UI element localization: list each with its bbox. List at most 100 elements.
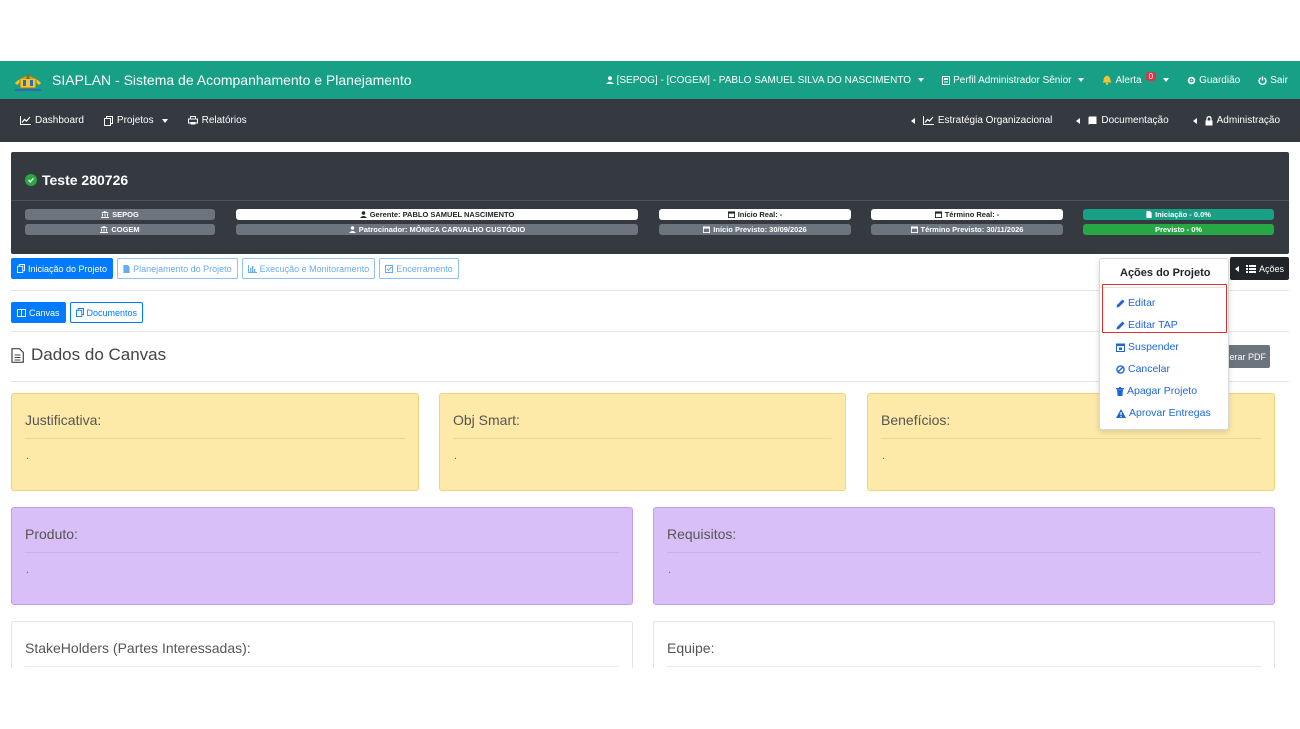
inicio-previsto-badge: Início Previsto: 30/09/2026 — [659, 224, 851, 235]
tab-documentos[interactable]: Documentos — [69, 302, 144, 323]
pencil-icon — [1116, 299, 1125, 307]
divider — [25, 666, 619, 667]
copy-icon — [17, 264, 25, 273]
menu-item-cancelar[interactable]: Cancelar — [1116, 363, 1170, 375]
nav-estrategia[interactable]: Estratégia Organizacional — [910, 115, 1053, 126]
menu-item-editar[interactable]: Editar — [1116, 297, 1155, 309]
pencil-icon — [1116, 321, 1125, 329]
nav-administracao[interactable]: Administração — [1192, 115, 1280, 126]
card-title: Benefícios: — [881, 412, 951, 428]
termino-previsto-badge: Término Previsto: 30/11/2026 — [871, 224, 1063, 235]
card-value: . — [882, 450, 886, 462]
acoes-button[interactable]: Ações — [1230, 257, 1289, 280]
gear-icon — [1187, 76, 1196, 84]
gerar-pdf-button[interactable]: erar PDF — [1226, 345, 1270, 368]
tab-encerramento-label: Encerramento — [396, 263, 453, 274]
check-circle-icon — [25, 174, 37, 186]
nav-estrategia-label: Estratégia Organizacional — [937, 115, 1053, 126]
book-icon — [1088, 116, 1097, 125]
tab-iniciacao[interactable]: Iniciação do Projeto — [11, 258, 114, 279]
patrocinador-badge: Patrocinador: MÔNICA CARVALHO CUSTÓDIO — [236, 224, 638, 235]
card-title: Requisitos: — [667, 526, 737, 542]
top-bar: SIAPLAN - Sistema de Acompanhamento e Pl… — [0, 61, 1300, 99]
card-requisitos: Requisitos: . — [653, 507, 1275, 605]
termino-previsto-text: Término Previsto: 30/11/2026 — [920, 225, 1024, 234]
profile-menu[interactable]: Perfil Administrador Sênior — [942, 74, 1085, 86]
divider — [25, 552, 619, 553]
menu-item-label: Editar TAP — [1128, 319, 1178, 331]
tab-execucao[interactable]: Execução e Monitoramento — [241, 258, 376, 279]
nav-administracao-label: Administração — [1216, 115, 1280, 126]
nav-bar: Dashboard Projetos Relatórios Estratégia… — [0, 99, 1300, 142]
nav-documentacao-label: Documentação — [1101, 115, 1169, 126]
bank-icon — [100, 226, 109, 233]
patrocinador-text: Patrocinador: MÔNICA CARVALHO CUSTÓDIO — [358, 225, 526, 234]
copy-icon — [103, 115, 113, 126]
caret-left-icon — [910, 117, 915, 124]
brand[interactable]: SIAPLAN - Sistema de Acompanhamento e Pl… — [12, 66, 412, 94]
card-value: . — [454, 450, 458, 462]
trash-icon — [1116, 386, 1124, 396]
bell-icon — [1102, 75, 1112, 85]
card-produto: Produto: . — [11, 507, 633, 605]
lock-icon — [1205, 115, 1213, 125]
copy-icon — [75, 308, 84, 317]
menu-item-suspender[interactable]: Suspender — [1116, 341, 1179, 353]
logout-label: Sair — [1270, 74, 1288, 86]
user-menu[interactable]: [SEPOG] - [COGEM] - PABLO SAMUEL SILVA D… — [605, 75, 925, 86]
menu-item-editar-tap[interactable]: Editar TAP — [1116, 319, 1178, 331]
siaplan-logo-icon — [12, 66, 44, 94]
nav-relatorios[interactable]: Relatórios — [187, 115, 247, 126]
logout-link[interactable]: Sair — [1258, 75, 1288, 86]
menu-item-label: Apagar Projeto — [1127, 385, 1198, 397]
unit-badge-1: SEPOG — [25, 209, 215, 220]
nav-dashboard[interactable]: Dashboard — [20, 115, 84, 126]
warning-icon — [1116, 408, 1126, 418]
inicio-previsto-text: Início Previsto: 30/09/2026 — [713, 225, 807, 234]
nav-projetos[interactable]: Projetos — [103, 115, 168, 126]
acoes-dropdown-menu: Ações do Projeto Editar Editar TAP Suspe… — [1099, 258, 1229, 430]
status-iniciacao-text: Iniciação - 0.0% — [1155, 210, 1211, 219]
card-title: Equipe: — [667, 640, 715, 656]
termino-real-text: Término Real: - — [944, 210, 1000, 219]
unit-badge-2: COGEM — [25, 224, 215, 235]
tab-encerramento[interactable]: Encerramento — [379, 258, 459, 279]
dropdown-header: Ações do Projeto — [1120, 267, 1211, 279]
card-title: Justificativa: — [25, 412, 102, 428]
guardiao-link[interactable]: Guardião — [1187, 75, 1240, 86]
menu-item-label: Suspender — [1128, 341, 1179, 353]
profile-label: Perfil Administrador Sênior — [953, 74, 1072, 86]
menu-item-aprovar-entregas[interactable]: Aprovar Entregas — [1116, 407, 1211, 419]
tab-planejamento[interactable]: Planejamento do Projeto — [117, 258, 238, 279]
unit-2-text: COGEM — [111, 225, 140, 234]
card-equipe: Equipe: — [653, 621, 1275, 668]
print-icon — [187, 116, 198, 125]
divider — [11, 381, 1289, 382]
guardiao-label: Guardião — [1199, 74, 1241, 86]
card-obj-smart: Obj Smart: . — [439, 393, 846, 491]
calendar-icon — [1116, 343, 1125, 352]
inicio-real-badge: Início Real: - — [659, 209, 851, 220]
divider — [667, 666, 1261, 667]
inicio-real-text: Início Real: - — [737, 210, 783, 219]
caret-left-icon — [1234, 265, 1239, 272]
user-icon — [605, 76, 614, 84]
check-square-icon — [385, 264, 394, 273]
divider — [453, 438, 832, 439]
nav-documentacao[interactable]: Documentação — [1076, 115, 1169, 126]
bank-icon — [101, 211, 110, 218]
menu-item-apagar-projeto[interactable]: Apagar Projeto — [1116, 385, 1197, 397]
tab-canvas-label: Canvas — [29, 307, 60, 318]
nav-dashboard-label: Dashboard — [35, 115, 84, 126]
card-title: Produto: — [25, 526, 78, 542]
menu-item-label: Aprovar Entregas — [1129, 407, 1211, 419]
file-icon — [1146, 211, 1152, 218]
canvas-title-text: Dados do Canvas — [31, 345, 167, 364]
divider — [25, 438, 405, 439]
tab-canvas[interactable]: Canvas — [11, 302, 66, 323]
alert-menu[interactable]: Alerta 0 — [1102, 71, 1170, 86]
caret-left-icon — [1076, 117, 1081, 124]
tab-iniciacao-label: Iniciação do Projeto — [28, 263, 108, 274]
app-title: SIAPLAN - Sistema de Acompanhamento e Pl… — [52, 72, 412, 88]
user-icon — [359, 211, 367, 218]
